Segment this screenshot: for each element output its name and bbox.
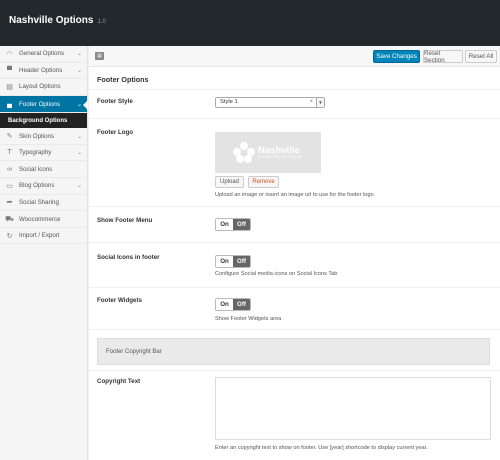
options-sidebar: ◠ General Options ⌄ ▀ Header Options ⌄ ▤ Layout… xyxy=(0,46,88,460)
chevron-down-icon[interactable]: ⌄ xyxy=(77,101,82,108)
social-icons-footer-label: Social Icons in footer xyxy=(97,254,160,261)
sidebar-item-layout-options[interactable]: ▤ Layout Options xyxy=(0,79,87,96)
remove-button[interactable]: Remove xyxy=(248,176,279,188)
toggle-off-option[interactable]: Off xyxy=(233,256,250,267)
sidebar-item-label: Social Icons xyxy=(19,165,53,173)
show-footer-menu-label: Show Footer Menu xyxy=(97,217,153,224)
divider xyxy=(89,329,500,330)
clear-selection-icon[interactable]: × xyxy=(309,98,313,107)
brush-icon: ✎ xyxy=(6,133,13,141)
chevron-down-icon[interactable]: ⌄ xyxy=(77,149,82,156)
sidebar-item-woocommerce[interactable]: ⛟ Woocommerce xyxy=(0,211,87,228)
sidebar-subitem-background-options[interactable]: Background Options xyxy=(0,113,87,129)
logo-tagline: WORDPRESS THEME xyxy=(257,155,304,160)
typography-icon: T xyxy=(7,149,12,157)
logo-wordmark: Nashville xyxy=(257,144,300,156)
copyright-text-label: Copyright Text xyxy=(97,378,141,385)
dropdown-arrow-icon[interactable]: ▼ xyxy=(316,98,324,107)
chevron-down-icon[interactable]: ⌄ xyxy=(77,133,82,140)
toggle-on-option[interactable]: On xyxy=(216,256,233,267)
social-icons-footer-toggle[interactable]: On Off xyxy=(215,255,251,268)
footer-logo-preview: Nashville WORDPRESS THEME xyxy=(215,132,321,173)
sidebar-item-label: Footer Options xyxy=(19,100,60,108)
divider xyxy=(89,118,500,119)
sidebar-item-footer-options[interactable]: ▄ Footer Options ⌄ xyxy=(0,95,88,114)
sidebar-item-label: Typography xyxy=(19,149,52,157)
cart-icon: ⛟ xyxy=(5,215,14,223)
save-changes-button[interactable]: Save Changes xyxy=(373,50,420,63)
footer-copyright-bar-section: Footer Copyright Bar xyxy=(97,338,490,365)
app-title: Nashville Options 1.0 xyxy=(9,15,106,26)
header-icon: ▀ xyxy=(7,66,12,74)
toggle-off-option[interactable]: Off xyxy=(233,219,250,230)
footer-logo-label: Footer Logo xyxy=(97,129,134,136)
sidebar-item-import-export[interactable]: ↻ Import / Export xyxy=(0,228,87,245)
link-icon: ∞ xyxy=(7,165,12,173)
sidebar-item-general-options[interactable]: ◠ General Options ⌄ xyxy=(0,46,87,63)
reset-section-button[interactable]: Reset Section xyxy=(423,50,463,64)
sidebar-item-label: Import / Export xyxy=(19,232,60,240)
sidebar-item-label: Header Options xyxy=(19,66,63,74)
options-content: Footer Options Footer Style Style 1 × ▼ … xyxy=(89,67,500,460)
sidebar-item-blog-options[interactable]: ▭ Blog Options ⌄ xyxy=(0,178,87,195)
footer-logo-description: Upload an image or insert an image url t… xyxy=(215,192,376,198)
divider xyxy=(89,287,500,288)
footer-style-value: Style 1 xyxy=(220,99,238,105)
footer-widgets-description: Show Footer Widgets area xyxy=(215,316,282,322)
toggle-on-option[interactable]: On xyxy=(216,299,233,310)
divider xyxy=(89,370,500,371)
divider xyxy=(89,89,500,90)
chevron-down-icon[interactable]: ⌄ xyxy=(77,67,82,74)
copyright-bar-heading: Footer Copyright Bar xyxy=(106,349,162,355)
sidebar-item-social-icons[interactable]: ∞ Social Icons xyxy=(0,161,87,179)
sidebar-item-label: Skin Options xyxy=(19,132,55,140)
chevron-down-icon[interactable]: ⌄ xyxy=(77,182,82,189)
copyright-text-description: Enter an copyright text to show on foote… xyxy=(215,445,428,451)
sidebar-item-skin-options[interactable]: ✎ Skin Options ⌄ xyxy=(0,128,87,145)
sidebar-item-label: Layout Options xyxy=(19,83,61,91)
footer-widgets-label: Footer Widgets xyxy=(97,297,142,304)
expand-toggle-icon[interactable]: ▤ xyxy=(95,52,104,60)
footer-icon: ▄ xyxy=(7,100,12,108)
speedometer-icon: ◠ xyxy=(6,50,13,58)
version-label: 1.0 xyxy=(97,19,106,25)
toggle-off-option[interactable]: Off xyxy=(233,299,250,310)
footer-widgets-toggle[interactable]: On Off xyxy=(215,298,251,311)
sidebar-item-label: Social Sharing xyxy=(19,198,59,206)
app-title-text: Nashville Options xyxy=(9,15,94,26)
social-icons-description: Configure Social media icons on Social I… xyxy=(215,271,338,277)
divider xyxy=(89,242,500,243)
options-toolbar: ▤ Save Changes Reset Section Reset All xyxy=(89,46,500,67)
show-footer-menu-toggle[interactable]: On Off xyxy=(215,218,251,231)
toggle-on-option[interactable]: On xyxy=(216,219,233,230)
divider xyxy=(89,206,500,207)
refresh-icon: ↻ xyxy=(6,232,13,240)
footer-style-select[interactable]: Style 1 × ▼ xyxy=(215,97,325,108)
sidebar-item-label: General Options xyxy=(19,50,65,58)
sidebar-item-typography[interactable]: T Typography ⌄ xyxy=(0,145,87,162)
share-icon: ➦ xyxy=(6,199,13,207)
sidebar-item-label: Blog Options xyxy=(19,182,55,190)
sidebar-item-label: Woocommerce xyxy=(19,215,61,223)
footer-style-label: Footer Style xyxy=(97,98,133,105)
upload-button[interactable]: Upload xyxy=(215,176,244,188)
logo-flower-icon xyxy=(232,141,255,164)
admin-top-bar: Nashville Options 1.0 xyxy=(0,0,500,46)
layout-icon: ▤ xyxy=(6,83,13,91)
reset-all-button[interactable]: Reset All xyxy=(465,50,497,63)
sidebar-item-header-options[interactable]: ▀ Header Options ⌄ xyxy=(0,63,87,80)
sidebar-item-social-sharing[interactable]: ➦ Social Sharing xyxy=(0,195,87,212)
chevron-down-icon[interactable]: ⌄ xyxy=(77,50,82,57)
section-title: Footer Options xyxy=(97,75,149,84)
copyright-text-input[interactable] xyxy=(215,377,491,440)
blog-icon: ▭ xyxy=(6,182,13,190)
